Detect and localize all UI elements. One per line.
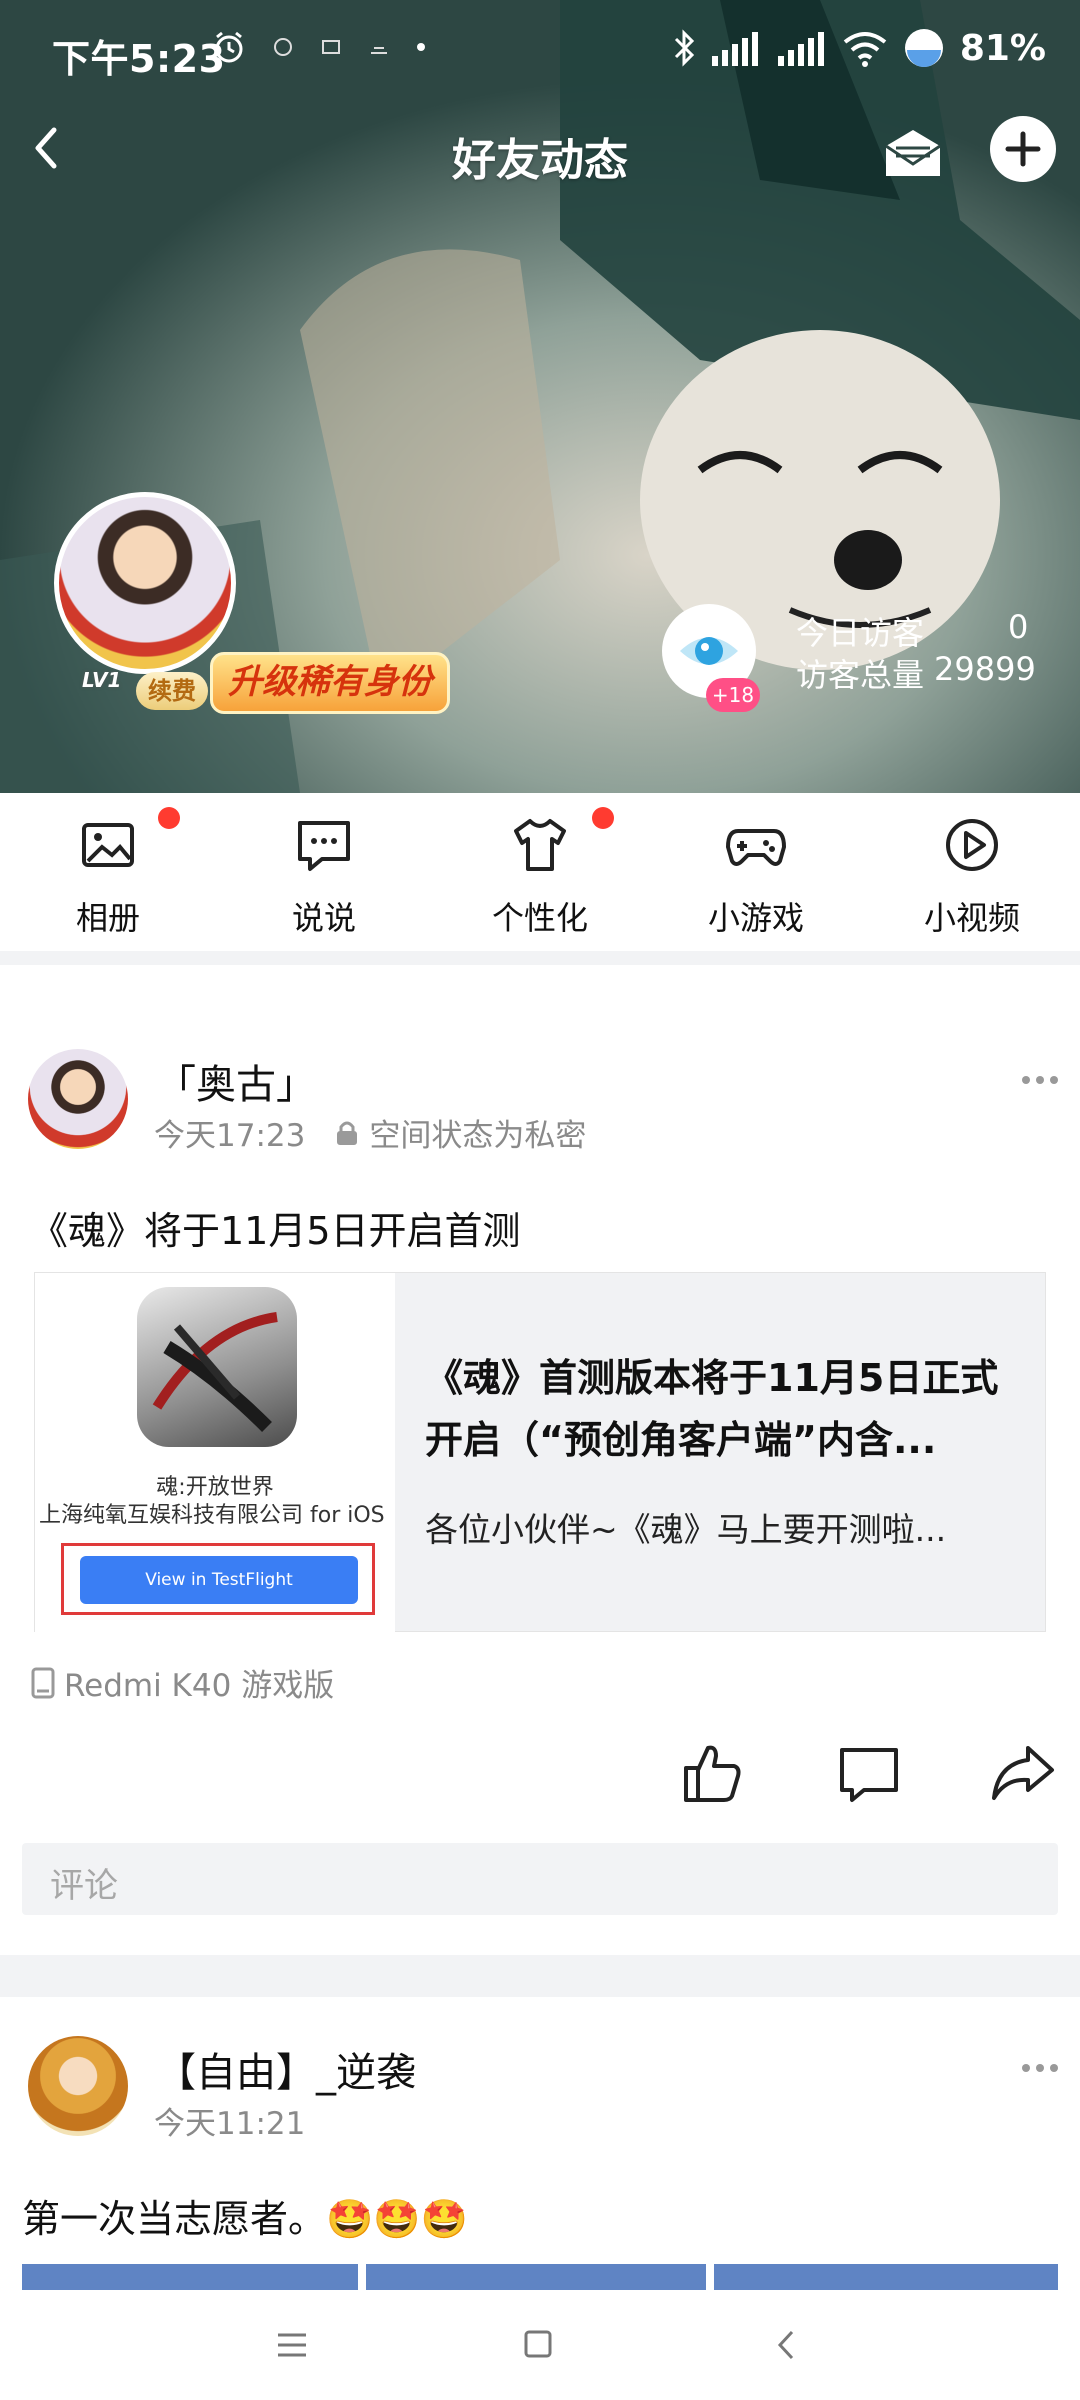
- more-icon[interactable]: [1020, 2058, 1060, 2078]
- post-device: Redmi K40 游戏版: [30, 1660, 334, 1705]
- signal-icon: [711, 32, 758, 66]
- status-system-icons: 81%: [672, 26, 1046, 70]
- post-author-avatar[interactable]: [28, 1049, 128, 1149]
- post-author-avatar[interactable]: [28, 2036, 128, 2136]
- app-logo-artwork: [152, 1312, 278, 1432]
- system-navigation-bar: [0, 2290, 1080, 2400]
- phone-icon: [31, 1667, 55, 1698]
- status-bar: 下午5:23 81%: [0, 0, 1080, 105]
- shortcut-bar: 相册 说说 个性化 小游戏 小视频: [0, 793, 1080, 951]
- comment-icon[interactable]: [834, 1738, 904, 1808]
- add-button[interactable]: [990, 116, 1056, 182]
- shortcut-label: 小游戏: [707, 899, 804, 937]
- dot-icon: [417, 43, 425, 51]
- battery-percentage: 81%: [959, 27, 1046, 69]
- chat-icon: [298, 821, 350, 871]
- post-meta: 今天11:21: [154, 2098, 305, 2143]
- shortcut-minigames[interactable]: 小游戏: [676, 813, 836, 943]
- shared-link-card[interactable]: 魂:开放世界 上海纯氧互娱科技有限公司 for iOS View in Test…: [34, 1272, 1046, 1633]
- shared-description: 各位小伙伴~《魂》马上要开测啦...: [425, 1510, 947, 1549]
- post-time: 今天17:23: [154, 1118, 306, 1154]
- home-icon[interactable]: [522, 2328, 554, 2360]
- nav-bar: 好友动态: [0, 110, 1080, 190]
- post-time: 今天11:21: [154, 2106, 306, 2142]
- shared-thumbnail: 魂:开放世界 上海纯氧互娱科技有限公司 for iOS View in Test…: [35, 1273, 395, 1633]
- back-nav-icon[interactable]: [772, 2328, 802, 2362]
- section-divider: [0, 1955, 1080, 1997]
- comment-placeholder: 评论: [50, 1866, 118, 1906]
- more-icon[interactable]: [1020, 1070, 1060, 1090]
- comment-input[interactable]: 评论: [22, 1843, 1058, 1915]
- thumb-company: 上海纯氧互娱科技有限公司 for iOS: [39, 1503, 385, 1528]
- notification-icon: [371, 47, 387, 54]
- post-text: 《魂》将于11月5日开启首测: [30, 1209, 521, 1253]
- plus-icon: [1005, 131, 1041, 167]
- post-device-name: Redmi K40 游戏版: [64, 1668, 335, 1704]
- bluetooth-icon: [674, 29, 694, 67]
- video-icon: [946, 819, 998, 871]
- app-logo: [137, 1287, 297, 1447]
- shortcut-videos[interactable]: 小视频: [892, 813, 1052, 943]
- notification-icon: [274, 38, 292, 56]
- post-author-name[interactable]: 「奥古」: [156, 1052, 316, 1110]
- album-red-dot: [158, 807, 180, 829]
- lock-icon: [337, 1121, 358, 1145]
- thumb-highlight-box: View in TestFlight: [61, 1543, 375, 1615]
- visitor-count-badge: +18: [706, 678, 760, 712]
- mailbox-icon[interactable]: [880, 118, 946, 184]
- visitors-today-label: 今日访客: [796, 614, 925, 652]
- signal-icon: [777, 32, 824, 66]
- post-text: 第一次当志愿者。🤩🤩🤩: [22, 2197, 468, 2241]
- shortcut-label: 说说: [291, 899, 356, 937]
- thumb-testflight-button: View in TestFlight: [80, 1556, 358, 1604]
- post-privacy: 空间状态为私密: [369, 1118, 587, 1154]
- profile-avatar[interactable]: [54, 492, 236, 674]
- status-notification-icons: [212, 30, 426, 64]
- album-icon: [82, 823, 134, 867]
- shortcut-album[interactable]: 相册: [28, 813, 188, 943]
- visitors-total-label: 访客总量: [796, 656, 925, 694]
- wifi-icon: [843, 32, 887, 67]
- personalize-red-dot: [592, 807, 614, 829]
- visitors-total-value: 29899: [934, 650, 1036, 688]
- upgrade-identity-badge[interactable]: 升级稀有身份: [210, 652, 450, 714]
- shortcut-label: 小视频: [923, 899, 1020, 937]
- notification-icon: [322, 40, 340, 54]
- shared-title: 《魂》首测版本将于11月5日正式开启（“预创角客户端”内含...: [425, 1356, 999, 1462]
- status-time: 下午5:23: [52, 37, 226, 81]
- shortcut-label: 个性化: [491, 899, 588, 937]
- like-icon[interactable]: [676, 1738, 746, 1808]
- menu-icon[interactable]: [274, 2330, 310, 2360]
- alarm-icon: [215, 31, 243, 63]
- tshirt-icon: [514, 819, 566, 871]
- shortcut-shuoshuo[interactable]: 说说: [244, 813, 404, 943]
- shortcut-label: 相册: [75, 899, 140, 937]
- visitors-today-value: 0: [1008, 608, 1029, 646]
- battery-icon: [904, 29, 943, 67]
- gamepad-icon: [726, 829, 786, 866]
- shortcut-personalize[interactable]: 个性化: [460, 813, 620, 943]
- post-author-name[interactable]: 【自由】_逆袭: [156, 2040, 416, 2098]
- renew-badge[interactable]: 续费: [136, 672, 208, 710]
- level-badge: LV1: [82, 668, 122, 692]
- post-meta: 今天17:23 空间状态为私密: [154, 1110, 586, 1155]
- share-icon[interactable]: [988, 1738, 1058, 1808]
- cover-banner[interactable]: 下午5:23 81% 好友动态 LV1 续费 升级稀有身份 +18 今日访客 0…: [0, 0, 1080, 793]
- section-divider: [0, 951, 1080, 965]
